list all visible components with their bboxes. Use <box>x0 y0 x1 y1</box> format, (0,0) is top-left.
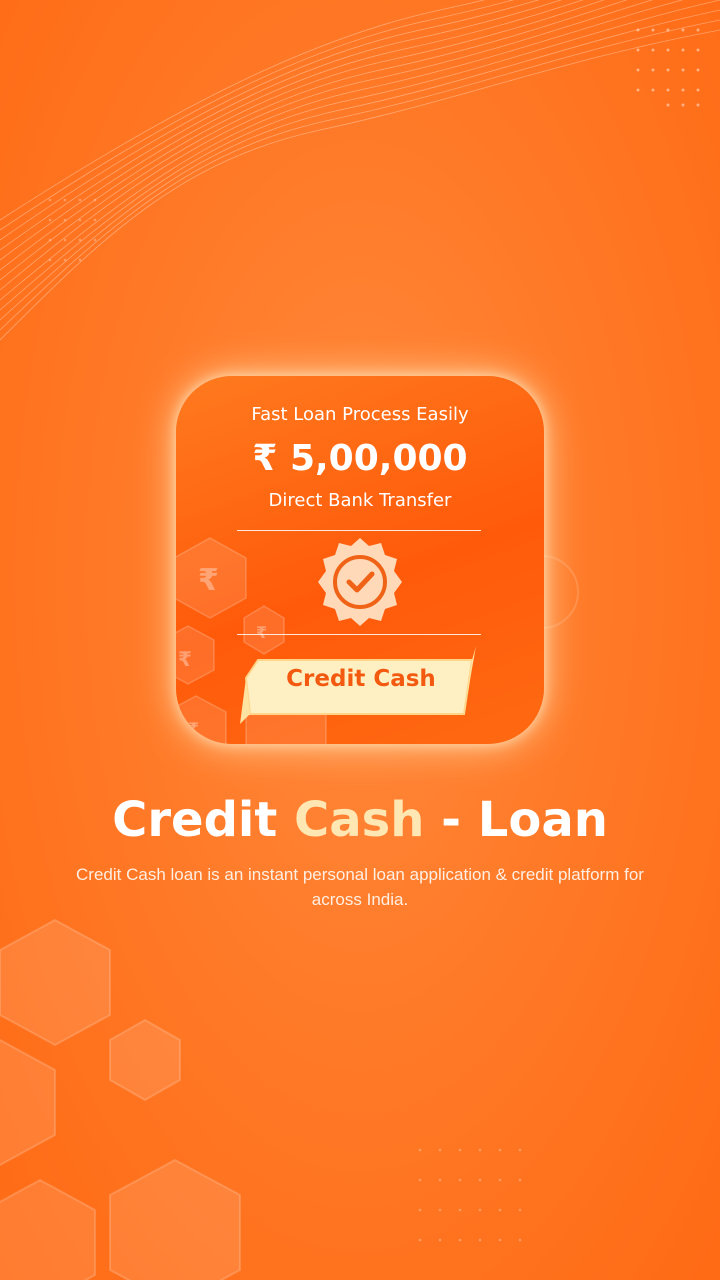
app-description: Credit Cash loan is an instant personal … <box>76 865 644 909</box>
title-part-cash: Cash <box>294 792 425 848</box>
transfer-text: Direct Bank Transfer <box>268 490 452 511</box>
verified-badge-icon <box>318 538 402 626</box>
background-wave-lines <box>0 0 720 341</box>
title-part-credit: Credit <box>112 792 278 848</box>
app-icon-card: ₹ ₹ ₹ ₹ Fast Loan Process Easily ₹ 5,00,… <box>176 376 544 744</box>
decorative-dot-grid-left <box>48 198 97 262</box>
decorative-dot-grid <box>636 28 700 107</box>
background-hexagons <box>0 918 241 1280</box>
ribbon-label: Credit Cash <box>286 666 436 692</box>
title-part-loan: - Loan <box>441 792 608 848</box>
divider-bottom <box>237 634 481 635</box>
svg-text:₹: ₹ <box>198 563 219 598</box>
svg-text:₹: ₹ <box>188 719 199 738</box>
app-title: Credit Cash - Loan <box>0 792 720 848</box>
divider-top <box>237 530 481 531</box>
loan-amount: ₹ 5,00,000 <box>252 438 468 479</box>
icon-tagline: Fast Loan Process Easily <box>251 404 469 425</box>
decorative-dot-grid-bottom <box>418 1148 522 1242</box>
svg-text:₹: ₹ <box>178 647 192 671</box>
